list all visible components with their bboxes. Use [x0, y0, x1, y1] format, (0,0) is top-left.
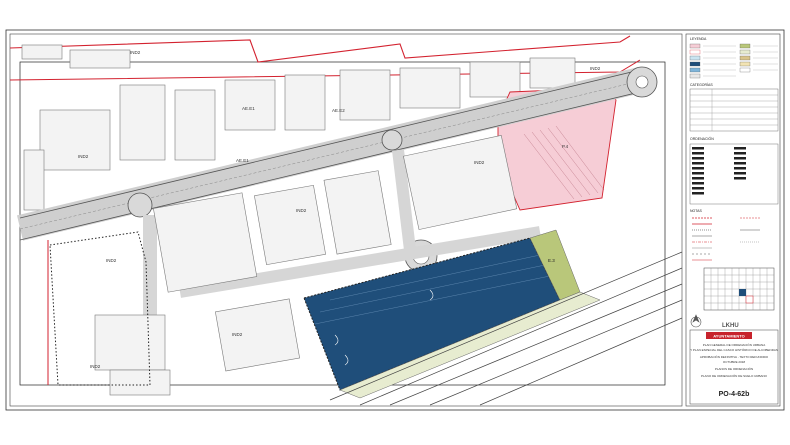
area-tag: E.3: [548, 258, 555, 263]
zone-label: P.4: [562, 144, 569, 149]
zone-label: IND2: [78, 154, 89, 159]
title-line: PLAN GENERAL DE ORDENACIÓN URBANA: [703, 342, 765, 347]
org-name: AYUNTAMIENTO: [713, 334, 744, 339]
roundabout-center-north: [381, 129, 403, 151]
zone-label: IND2: [106, 258, 117, 263]
title-line: OCTUBRE 2018: [723, 360, 746, 364]
zone-label: IND2: [130, 50, 141, 55]
zone-label: IND2: [90, 364, 101, 369]
title-line: Y PLAN ESPECIAL DEL CASCO HISTÓRICO DE A…: [690, 347, 778, 352]
legend-section-title: ORDENACIÓN: [690, 136, 714, 141]
zone-label: IND2: [474, 160, 485, 165]
zoning-plan-map[interactable]: IND2 AE.E1 AE.E1 AE.E2 IND2 IND2 IND2 IN…: [0, 0, 790, 440]
zone-label: AE.E2: [332, 108, 345, 113]
legend-section-title: NOTAS: [690, 209, 702, 213]
title-line: PLANOS DE ORDENACIÓN: [715, 366, 753, 371]
legend-title: LEYENDA: [690, 37, 707, 41]
zone-label: AE.E1: [236, 158, 249, 163]
legend-section-title: CATEGORÍAS: [690, 83, 713, 87]
map-viewer: IND2 AE.E1 AE.E1 AE.E2 IND2 IND2 IND2 IN…: [0, 0, 790, 440]
title-line: PLANO DE ORDENACIÓN DE SUELO URBANO: [701, 373, 768, 378]
zone-label: IND2: [590, 66, 601, 71]
logo-mark: LKHU: [722, 323, 739, 329]
sheet-number: PO-4-62b: [719, 391, 750, 398]
legend-panel: LEYENDA CATEGORÍAS ORDENACIÓN NOTAS LKHU…: [685, 33, 781, 407]
roundabout-west: [127, 192, 153, 218]
zone-label: IND2: [296, 208, 307, 213]
zone-label: IND2: [232, 332, 243, 337]
key-map-grid: [703, 267, 775, 311]
title-line: APROBACIÓN DEFINITIVA - TEXTO REFUNDIDO: [700, 354, 769, 359]
zone-label: AE.E1: [242, 106, 255, 111]
